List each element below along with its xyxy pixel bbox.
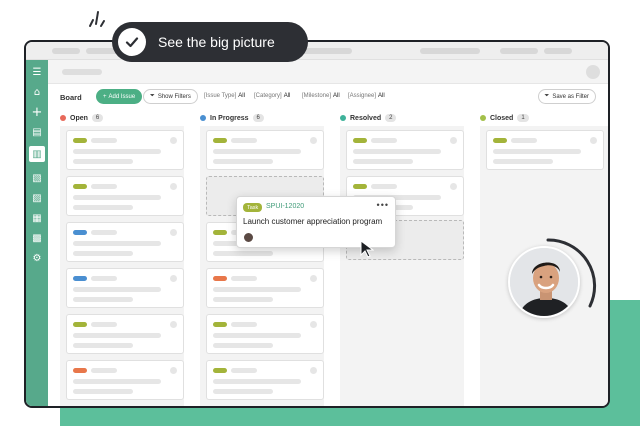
- show-filters-label: Show Filters: [157, 93, 191, 100]
- filter-issue-type[interactable]: [Issue Type] All: [204, 93, 245, 99]
- status-dot: [200, 115, 206, 121]
- document-icon[interactable]: ▧: [29, 170, 45, 186]
- add-icon[interactable]: +: [29, 104, 45, 120]
- status-dot: [340, 115, 346, 121]
- column-title: Resolved: [350, 114, 382, 122]
- issue-card[interactable]: [346, 130, 464, 170]
- issue-key-link[interactable]: SPUI-12020: [266, 203, 304, 210]
- user-menu-icon[interactable]: [586, 65, 600, 79]
- save-filter-label: Save as Filter: [552, 93, 589, 100]
- add-issue-button[interactable]: + Add Issue: [96, 89, 143, 104]
- column-header: Open 6: [60, 112, 104, 124]
- column-body: [200, 126, 324, 406]
- user-portrait: [508, 246, 580, 318]
- issue-card[interactable]: [66, 222, 184, 262]
- headline-text: See the big picture: [158, 34, 275, 50]
- home-icon[interactable]: ⌂: [29, 84, 45, 100]
- issue-card[interactable]: [206, 268, 324, 308]
- page-title: Board: [60, 93, 82, 102]
- filter-assignee[interactable]: [Assignee] All: [348, 93, 385, 99]
- check-icon: [118, 28, 146, 56]
- status-dot: [480, 115, 486, 121]
- issue-card[interactable]: [206, 360, 324, 400]
- column-header: In Progress 6: [200, 112, 264, 124]
- board-toolbar: Board + Add Issue ⏷ Show Filters [Issue …: [48, 86, 608, 110]
- issue-card[interactable]: [66, 360, 184, 400]
- filter-milestone[interactable]: [Milestone] All: [302, 93, 340, 99]
- column-body: [340, 126, 464, 406]
- column-title: Closed: [490, 114, 514, 122]
- column-count: 6: [252, 114, 264, 122]
- funnel-icon: ⏷: [544, 93, 550, 99]
- issue-title: Launch customer appreciation program: [243, 217, 383, 226]
- assignee-avatar: [243, 232, 254, 243]
- column-title: Open: [70, 114, 88, 122]
- issue-card[interactable]: [66, 176, 184, 216]
- mouse-pointer-icon: [360, 240, 374, 258]
- column-open: Open 6: [60, 112, 192, 406]
- column-count: 1: [517, 114, 529, 122]
- wiki-icon[interactable]: ▦: [29, 210, 45, 226]
- list-icon[interactable]: ▤: [29, 124, 45, 140]
- settings-icon[interactable]: ⚙: [29, 250, 45, 266]
- headline-banner: See the big picture: [112, 22, 308, 62]
- project-name-placeholder: [62, 69, 102, 75]
- stage: ☰ ⌂ + ▤ ▥ ▧ ▨ ▦ ▩ ⚙ Board + Add Issue ⏷ …: [0, 0, 640, 426]
- status-dot: [60, 115, 66, 121]
- file-icon[interactable]: ▨: [29, 190, 45, 206]
- issue-card[interactable]: [66, 268, 184, 308]
- more-options-icon[interactable]: •••: [377, 200, 389, 210]
- column-resolved: Resolved 2: [340, 112, 472, 406]
- sparkle-icon: [89, 11, 105, 27]
- save-as-filter-button[interactable]: ⏷ Save as Filter: [537, 89, 596, 104]
- issue-type-badge: Task: [243, 203, 263, 212]
- git-icon[interactable]: ▩: [29, 230, 45, 246]
- issue-card[interactable]: [486, 130, 604, 170]
- issue-card[interactable]: [66, 314, 184, 354]
- plus-icon: +: [103, 93, 107, 100]
- show-filters-button[interactable]: ⏷ Show Filters: [143, 89, 198, 104]
- sidebar: ☰ ⌂ + ▤ ▥ ▧ ▨ ▦ ▩ ⚙: [26, 60, 48, 406]
- board-icon[interactable]: ▥: [29, 146, 45, 162]
- column-in-progress: In Progress 6: [200, 112, 332, 406]
- column-header: Resolved 2: [340, 112, 397, 124]
- project-header: [48, 60, 608, 84]
- issue-card[interactable]: [206, 314, 324, 354]
- menu-icon[interactable]: ☰: [29, 64, 45, 80]
- column-count: 6: [91, 114, 104, 122]
- column-title: In Progress: [210, 114, 249, 122]
- filter-category[interactable]: [Category] All: [254, 93, 290, 99]
- column-body: [60, 126, 184, 406]
- column-header: Closed 1: [480, 112, 529, 124]
- issue-card[interactable]: [66, 130, 184, 170]
- column-count: 2: [385, 114, 397, 122]
- issue-card[interactable]: [206, 130, 324, 170]
- filter-icon: ⏷: [150, 93, 155, 99]
- add-issue-label: Add Issue: [108, 93, 136, 100]
